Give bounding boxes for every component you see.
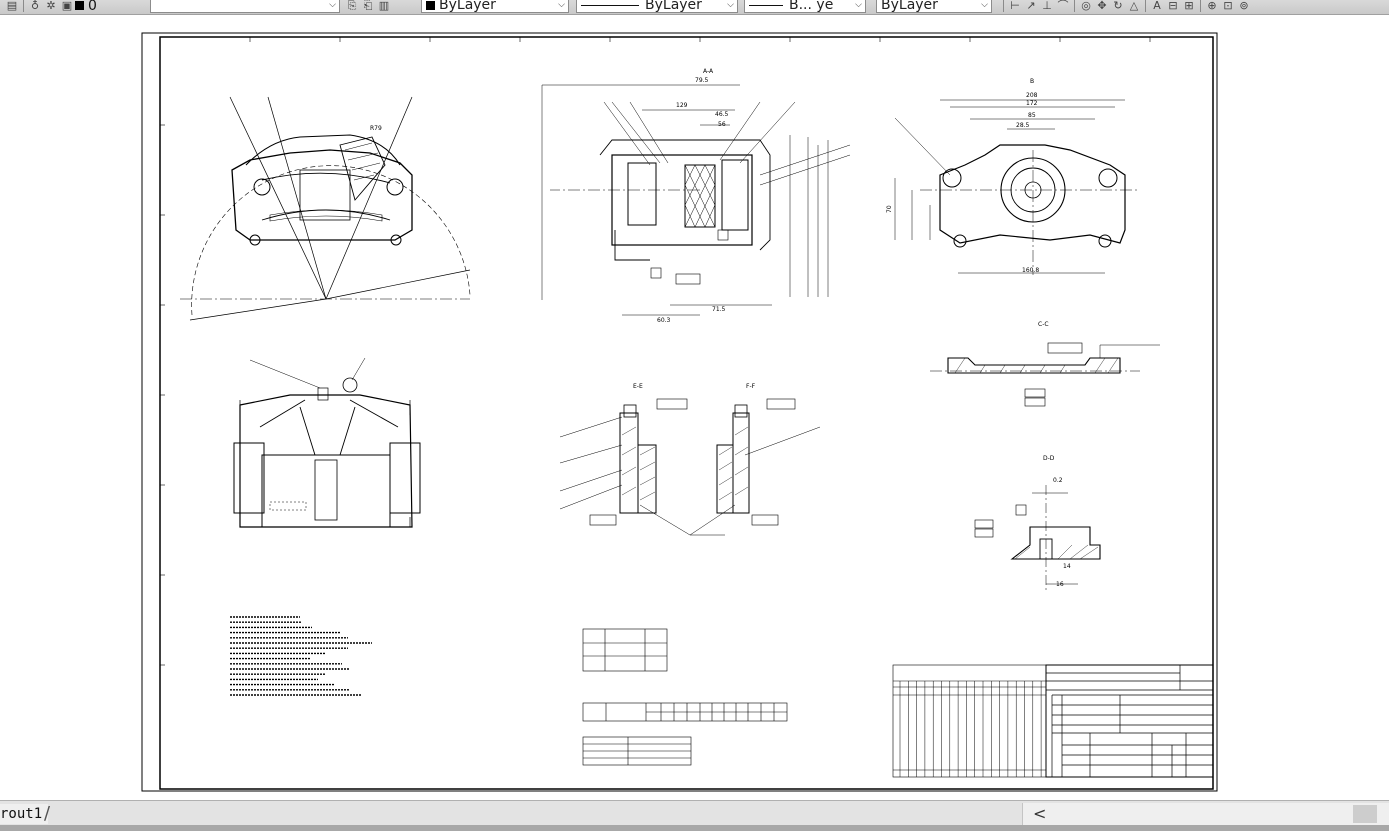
zoom-icon[interactable]: ⊕ (1206, 0, 1218, 12)
revision-columns (899, 681, 1042, 777)
toolbar-separator (1200, 0, 1201, 12)
measure-icon[interactable]: △ (1128, 0, 1140, 12)
view-label-b: B (1030, 78, 1034, 85)
color-swatch (75, 1, 84, 10)
dim-16: 16 (1056, 581, 1064, 588)
plotstyle-dropdown[interactable]: ByLayer ⌵ (876, 0, 992, 13)
linetype-sample (581, 4, 639, 6)
chevron-down-icon: ⌵ (727, 0, 734, 10)
sun-icon[interactable]: ✲ (45, 0, 57, 12)
dim-208: 208 (1026, 92, 1038, 99)
chevron-down-icon: ⌵ (329, 0, 336, 10)
plotstyle-value: ByLayer (881, 0, 938, 13)
text-icon[interactable]: A (1151, 0, 1163, 12)
dimension-ordinate-icon[interactable]: ⊥ (1041, 0, 1053, 12)
toolbar-separator (1003, 0, 1004, 12)
dim-r79: R79 (370, 125, 382, 132)
section-a-a-view (541, 84, 851, 316)
section-d-d-view (974, 485, 1101, 590)
dim-56: 56 (718, 121, 726, 128)
section-label-a: A-A (703, 68, 714, 75)
layer-icon[interactable]: ▤ (6, 0, 18, 12)
technical-notes (230, 616, 372, 696)
layer-state-icon[interactable]: ▥ (378, 0, 390, 12)
layer-tools: ▤ ♁ ✲ ▣ 0 (4, 0, 97, 14)
pan-icon[interactable]: ✥ (1096, 0, 1108, 12)
dimension-radius-icon[interactable]: ⌒ (1057, 0, 1069, 12)
title-block (1045, 664, 1214, 778)
dim-28-5: 28.5 (1016, 122, 1030, 129)
lock-icon[interactable]: ▣ (61, 0, 73, 12)
layer-current-value: 0 (88, 0, 97, 14)
section-label-d: D-D (1043, 455, 1055, 462)
dim-14: 14 (1063, 563, 1071, 570)
draw-tools: ⊢ ↗ ⊥ ⌒ ◎ ✥ ↻ △ A ⊟ ⊞ ⊕ ⊡ ⊚ (1000, 0, 1252, 13)
linetype-dropdown[interactable]: ByLayer ⌵ (576, 0, 738, 13)
block-icon[interactable]: ⊞ (1183, 0, 1195, 12)
lineweight-value: B... ye (789, 0, 834, 13)
linetype-value: ByLayer (645, 0, 702, 13)
status-strip (0, 825, 1389, 831)
scroll-left-arrow-icon[interactable]: < (1033, 804, 1046, 823)
dim-160-8: 160.8 (1022, 267, 1039, 274)
zoom-extents-icon[interactable]: ⊡ (1222, 0, 1234, 12)
toolbar-separator (23, 0, 24, 12)
scroll-thumb[interactable] (1353, 805, 1377, 823)
section-label-e: E-E (633, 383, 643, 390)
sheet-inner-border (159, 36, 1214, 790)
lineweight-sample (749, 4, 783, 6)
section-label-c: C-C (1038, 321, 1049, 328)
section-c-c-view (930, 342, 1160, 407)
zone-ticks (160, 37, 1151, 666)
parameter-table-3 (582, 736, 692, 766)
tab-divider: / (44, 803, 51, 824)
chevron-down-icon: ⌵ (558, 0, 565, 10)
layout-tab-bar: rout1 / < (0, 800, 1389, 831)
section-f-f-view (639, 398, 821, 536)
dim-60-3: 60.3 (657, 317, 671, 324)
dimension-linear-icon[interactable]: ⊢ (1009, 0, 1021, 12)
table-icon[interactable]: ⊟ (1167, 0, 1179, 12)
drawing-sheet: C-C D-D E-E F-F A-A B 79.5 129 46.5 56 2… (141, 32, 1218, 792)
color-swatch-icon (426, 0, 435, 10)
dim-172: 172 (1026, 100, 1038, 107)
dimension-aligned-icon[interactable]: ↗ (1025, 0, 1037, 12)
dim-79-5: 79.5 (695, 77, 709, 84)
section-e-e-view (559, 398, 688, 526)
revision-block (892, 664, 1047, 778)
dim-70: 70 (886, 205, 893, 213)
match-properties-icon[interactable]: ⎘ (346, 0, 358, 12)
color-dropdown[interactable]: ByLayer ⌵ (421, 0, 569, 13)
properties-icon[interactable]: ⊚ (1238, 0, 1250, 12)
toolbar-separator (1145, 0, 1146, 12)
chevron-down-icon: ⌵ (981, 0, 988, 10)
dim-71-5: 71.5 (712, 306, 726, 313)
bulb-icon[interactable]: ♁ (29, 0, 41, 12)
layout-tab[interactable]: rout1 (0, 804, 49, 824)
dim-85: 85 (1028, 112, 1036, 119)
horizontal-scrollbar[interactable]: < (1022, 803, 1389, 825)
parameter-table-1 (582, 628, 668, 672)
dim-46-5: 46.5 (715, 111, 729, 118)
section-label-f: F-F (746, 383, 756, 390)
dim-0-2: 0.2 (1053, 477, 1063, 484)
caliper-top-view (233, 357, 421, 528)
layer-match-tools: ⎘ ⎗ ▥ (344, 0, 392, 13)
properties-toolbar: ▤ ♁ ✲ ▣ 0 ⌵ ⎘ ⎗ ▥ ByLayer ⌵ ByLayer ⌵ B.… (0, 0, 1389, 15)
layer-dropdown[interactable]: ⌵ (150, 0, 340, 13)
chevron-down-icon: ⌵ (855, 0, 862, 10)
layer-previous-icon[interactable]: ⎗ (362, 0, 374, 12)
caliper-side-view (180, 96, 471, 321)
dim-129: 129 (676, 102, 688, 109)
rotate-icon[interactable]: ↻ (1112, 0, 1124, 12)
color-value: ByLayer (439, 0, 496, 13)
parameter-table-2 (582, 702, 788, 722)
orbit-icon[interactable]: ◎ (1080, 0, 1092, 12)
lineweight-dropdown[interactable]: B... ye ⌵ (744, 0, 866, 13)
drawing-canvas[interactable]: C-C D-D E-E F-F A-A B 79.5 129 46.5 56 2… (0, 15, 1389, 800)
toolbar-separator (1074, 0, 1075, 12)
